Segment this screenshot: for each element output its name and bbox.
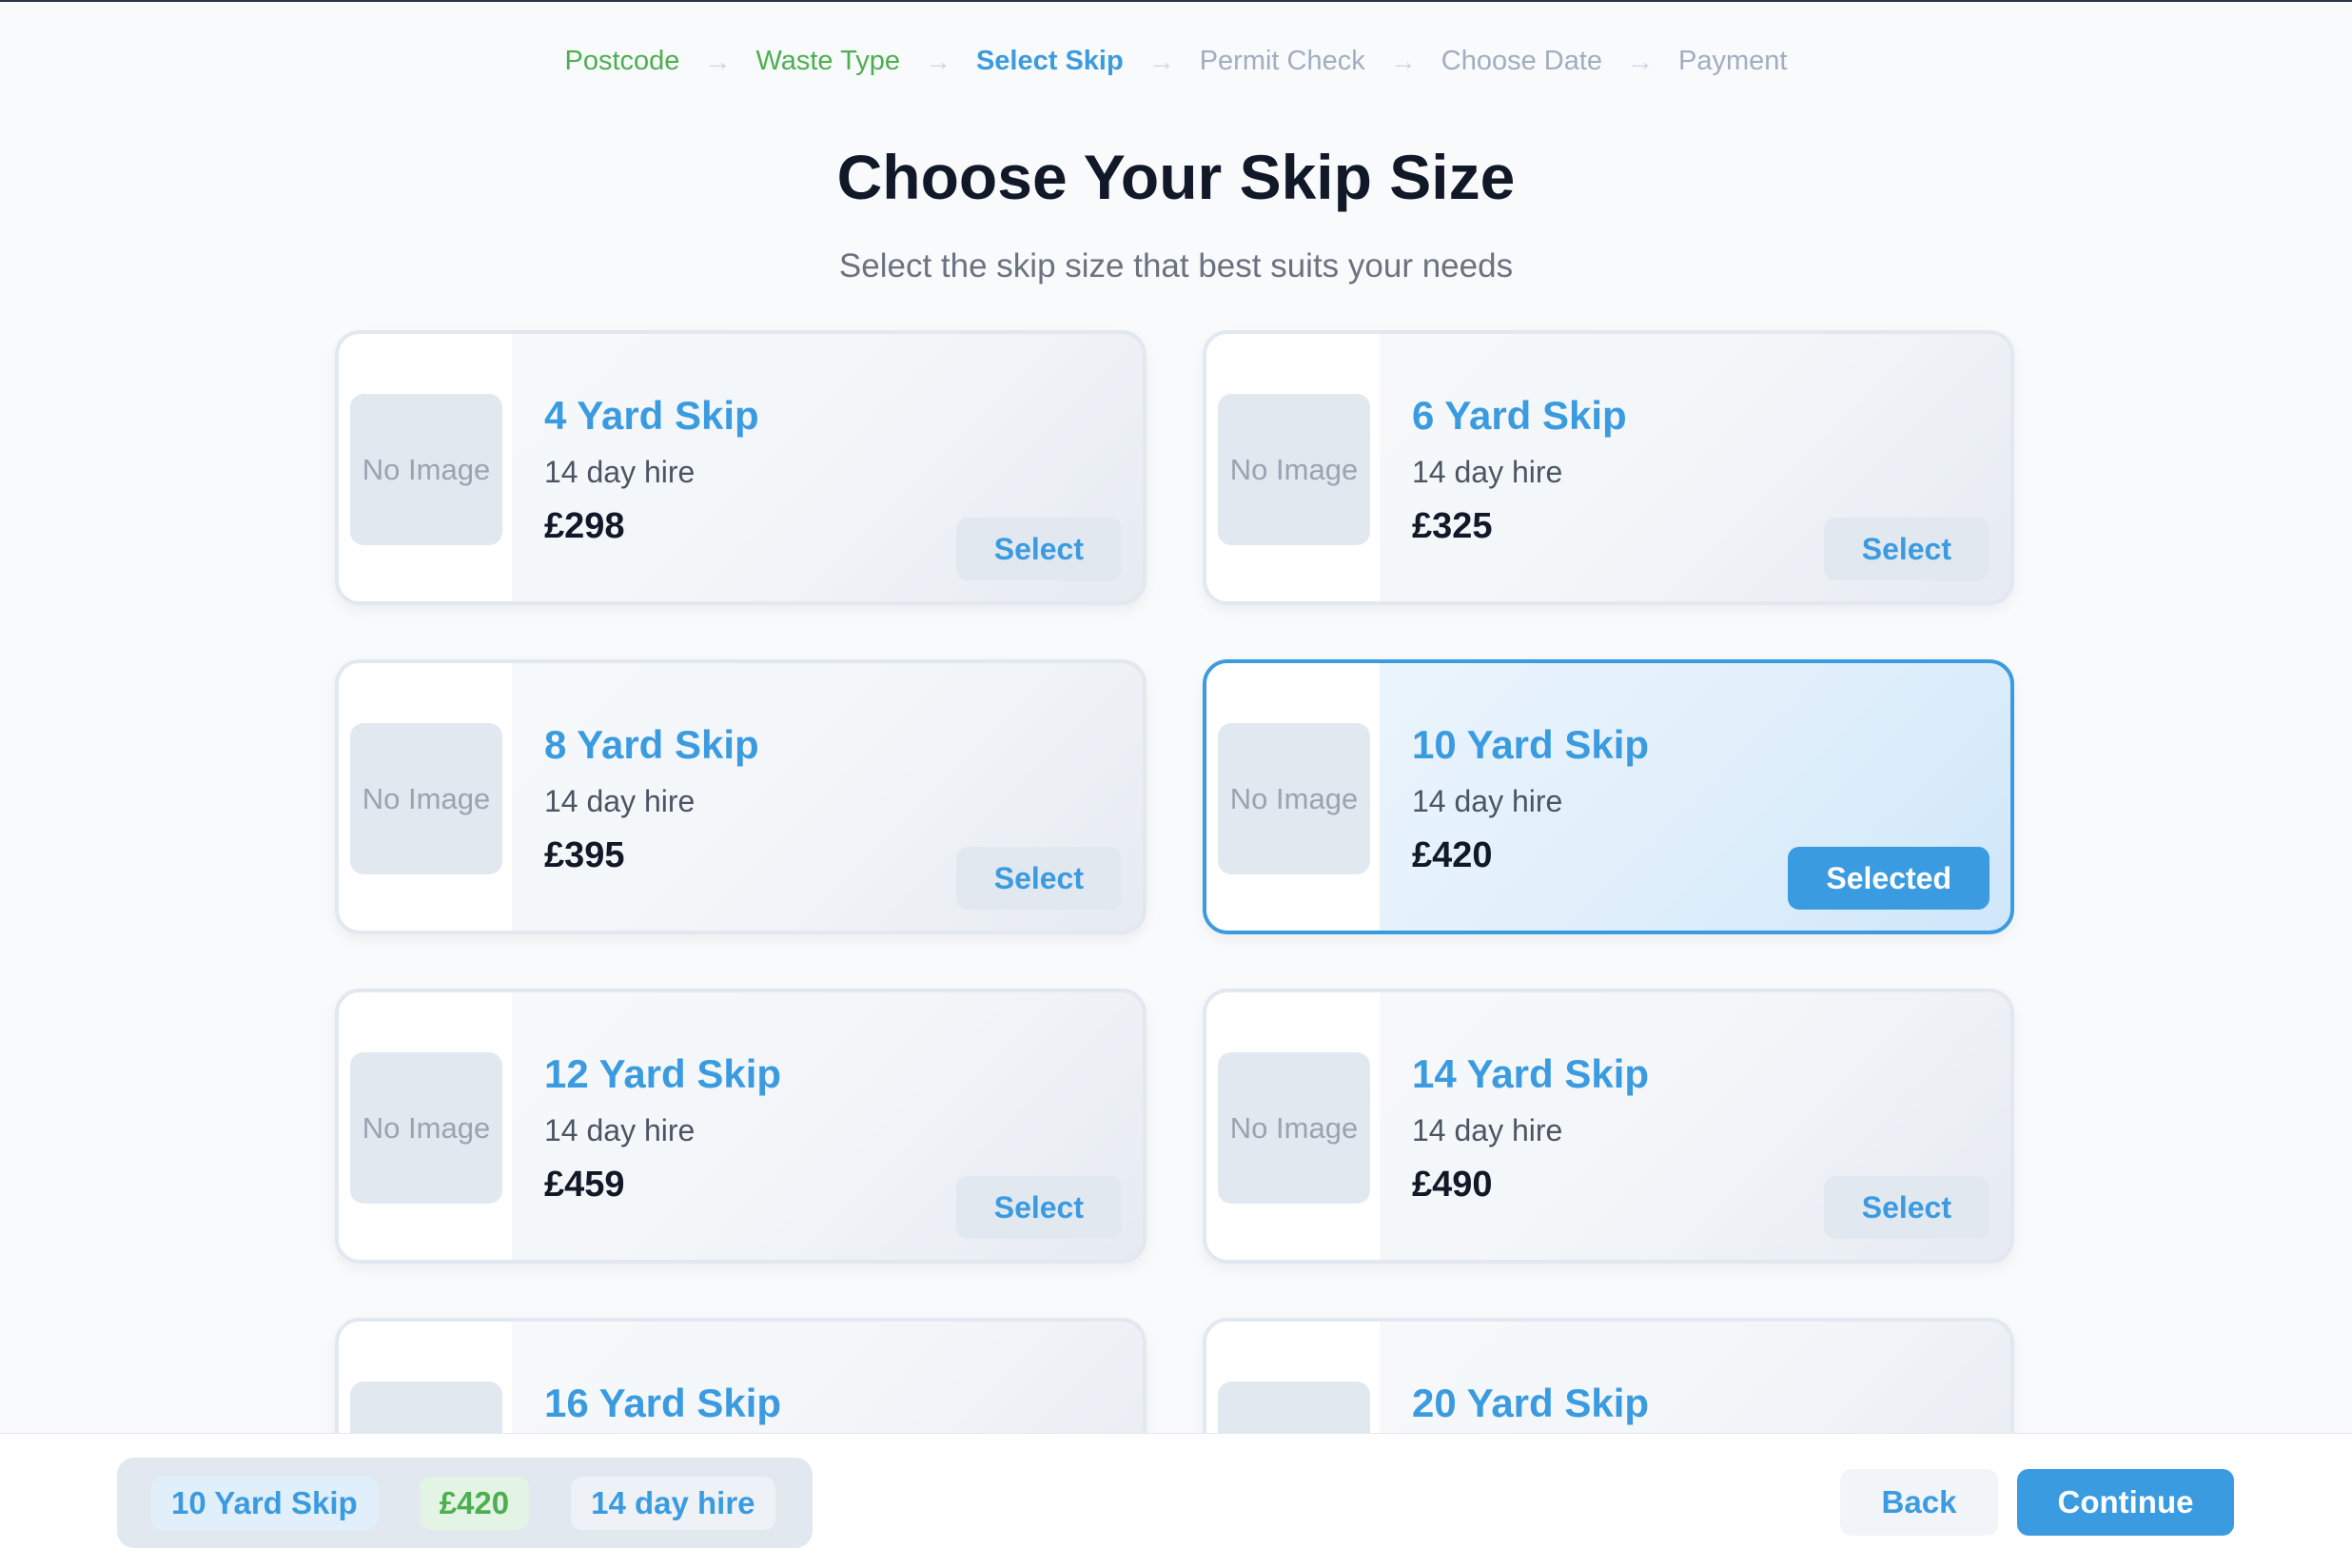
hire-period: 14 day hire xyxy=(544,455,696,489)
image-placeholder: No Image xyxy=(350,394,502,545)
skip-card-14-yard[interactable]: No Image 14 Yard Skip 14 day hire £490 S… xyxy=(1203,989,2014,1264)
skip-name: 10 Yard Skip xyxy=(1412,722,1650,767)
step-permit-check: Permit Check → xyxy=(1200,46,1441,77)
select-button[interactable]: Select xyxy=(955,518,1122,580)
arrow-right-icon: → xyxy=(1147,46,1175,76)
skip-name: 20 Yard Skip xyxy=(1412,1381,1650,1425)
image-placeholder: No Image xyxy=(1218,723,1370,874)
step-postcode[interactable]: Postcode → xyxy=(565,46,756,77)
skip-price: £395 xyxy=(544,835,625,875)
hire-period: 14 day hire xyxy=(544,784,696,818)
step-select-skip[interactable]: Select Skip → xyxy=(976,46,1200,77)
skip-selection-page: Postcode → Waste Type → Select Skip → Pe… xyxy=(0,0,2352,1568)
skip-name: 6 Yard Skip xyxy=(1412,393,1627,438)
skip-price: £325 xyxy=(1412,506,1493,546)
skip-price: £420 xyxy=(1412,835,1493,875)
skip-card-10-yard[interactable]: No Image 10 Yard Skip 14 day hire £420 S… xyxy=(1203,659,2014,934)
step-payment: Payment xyxy=(1678,46,1787,77)
arrow-right-icon: → xyxy=(924,46,951,76)
back-button[interactable]: Back xyxy=(1840,1469,1998,1536)
continue-button[interactable]: Continue xyxy=(2017,1469,2234,1536)
step-label: Permit Check xyxy=(1199,46,1365,76)
step-label: Payment xyxy=(1678,46,1788,76)
skip-price: £298 xyxy=(544,506,625,546)
step-label: Waste Type xyxy=(755,46,900,76)
step-label: Select Skip xyxy=(975,46,1124,76)
progress-stepper: Postcode → Waste Type → Select Skip → Pe… xyxy=(0,46,2352,77)
bottom-action-bar: 10 Yard Skip £420 14 day hire Back Conti… xyxy=(0,1433,2352,1568)
arrow-right-icon: → xyxy=(704,46,732,76)
step-label: Postcode xyxy=(564,46,680,76)
arrow-right-icon: → xyxy=(1389,46,1417,76)
page-subtitle: Select the skip size that best suits you… xyxy=(838,247,1514,284)
skip-price: £490 xyxy=(1412,1165,1493,1205)
step-label: Choose Date xyxy=(1441,46,1603,76)
skip-name: 12 Yard Skip xyxy=(544,1051,782,1096)
hire-period: 14 day hire xyxy=(1412,784,1563,818)
selection-summary: 10 Yard Skip £420 14 day hire xyxy=(117,1458,813,1548)
summary-hire-badge: 14 day hire xyxy=(571,1476,775,1530)
image-placeholder: No Image xyxy=(1218,394,1370,545)
image-placeholder: No Image xyxy=(350,723,502,874)
image-placeholder: No Image xyxy=(1218,1052,1370,1204)
select-button[interactable]: Select xyxy=(1823,1176,1989,1239)
page-title: Choose Your Skip Size xyxy=(836,142,1516,212)
skip-card-12-yard[interactable]: No Image 12 Yard Skip 14 day hire £459 S… xyxy=(335,989,1147,1264)
skip-name: 16 Yard Skip xyxy=(544,1381,782,1425)
select-button[interactable]: Select xyxy=(955,1176,1122,1239)
skip-card-4-yard[interactable]: No Image 4 Yard Skip 14 day hire £298 Se… xyxy=(335,330,1147,605)
step-choose-date: Choose Date → xyxy=(1441,46,1678,77)
hire-period: 14 day hire xyxy=(1412,455,1563,489)
selected-button[interactable]: Selected xyxy=(1788,847,1989,910)
summary-price-badge: £420 xyxy=(419,1476,530,1530)
step-waste-type[interactable]: Waste Type → xyxy=(755,46,976,77)
skip-card-6-yard[interactable]: No Image 6 Yard Skip 14 day hire £325 Se… xyxy=(1203,330,2014,605)
summary-size-badge: 10 Yard Skip xyxy=(151,1476,378,1530)
hire-period: 14 day hire xyxy=(544,1113,696,1147)
skip-card-8-yard[interactable]: No Image 8 Yard Skip 14 day hire £395 Se… xyxy=(335,659,1147,934)
skip-name: 14 Yard Skip xyxy=(1412,1051,1650,1096)
select-button[interactable]: Select xyxy=(955,847,1122,910)
skip-price: £459 xyxy=(544,1165,625,1205)
hire-period: 14 day hire xyxy=(1412,1113,1563,1147)
skip-grid: No Image 4 Yard Skip 14 day hire £298 Se… xyxy=(335,330,2014,1568)
skip-name: 4 Yard Skip xyxy=(544,393,759,438)
image-placeholder: No Image xyxy=(350,1052,502,1204)
select-button[interactable]: Select xyxy=(1823,518,1989,580)
skip-name: 8 Yard Skip xyxy=(544,722,759,767)
arrow-right-icon: → xyxy=(1627,46,1655,76)
